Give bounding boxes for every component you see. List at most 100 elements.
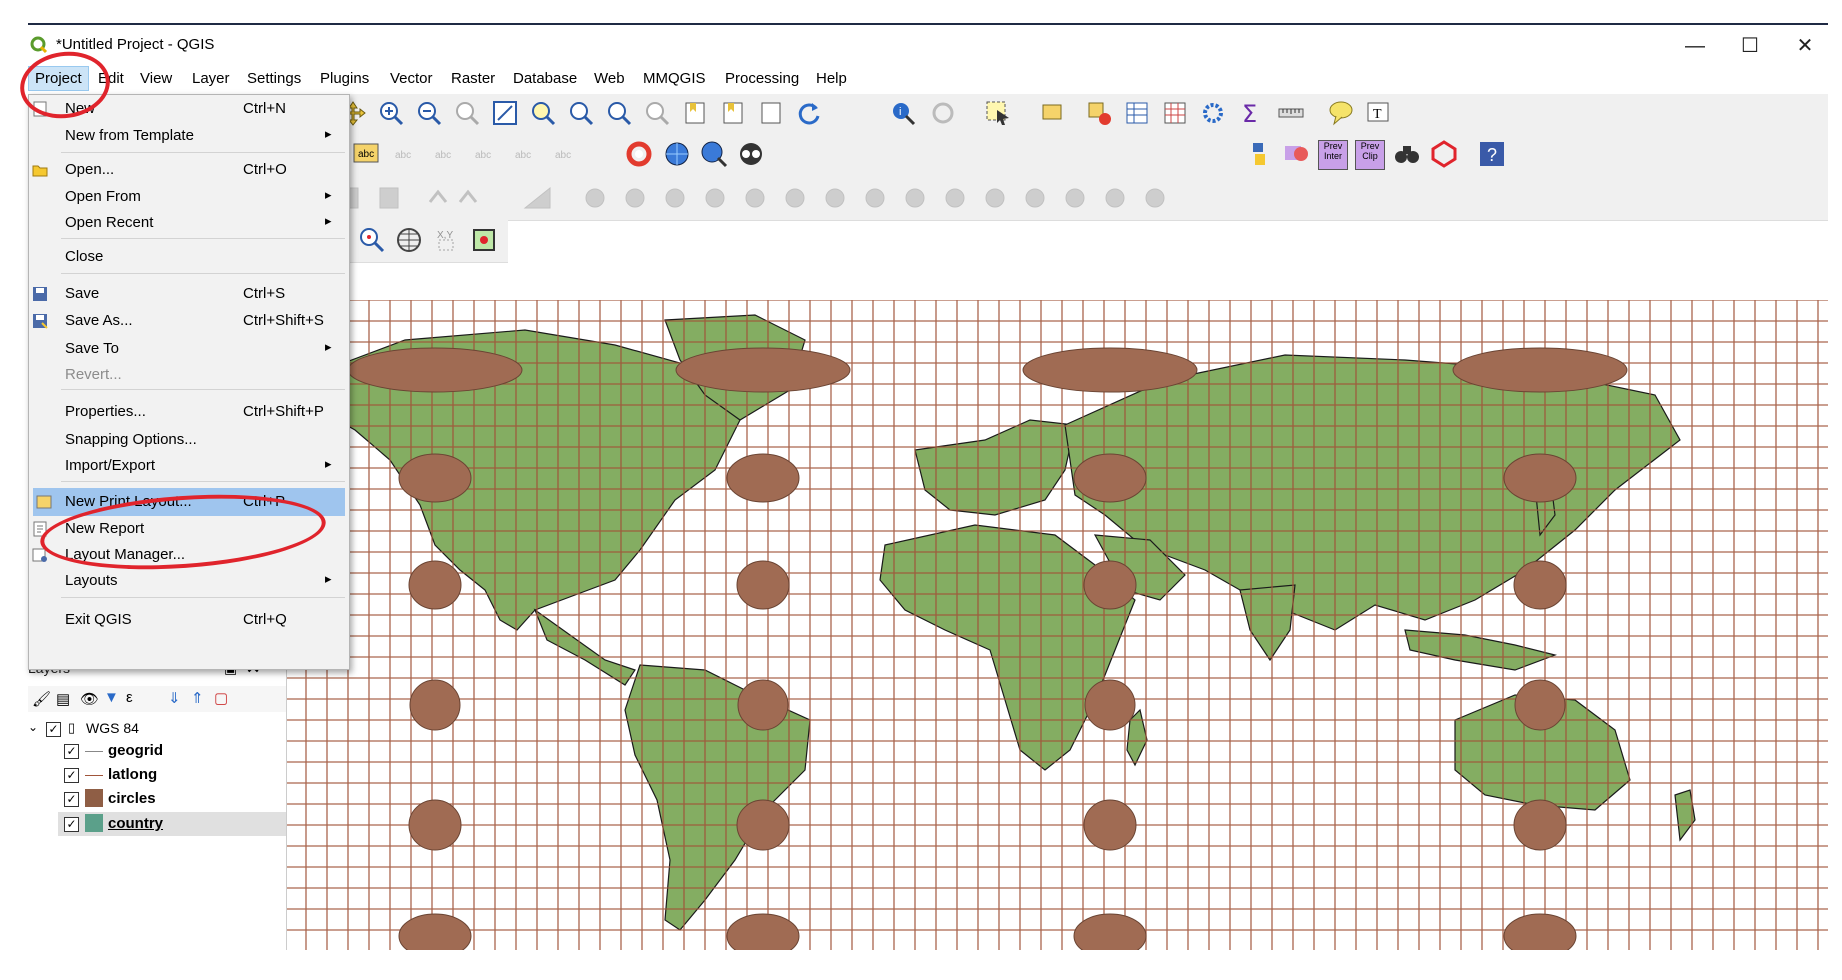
field-calculator-icon[interactable] [1162, 100, 1188, 126]
menu-item-new-from-template[interactable]: New from Template ▸ [29, 122, 349, 150]
circle-feature [1513, 560, 1567, 610]
india-land [1239, 584, 1296, 662]
collapse-all-icon[interactable]: ⇑ [191, 689, 204, 707]
zoom-native-icon[interactable] [454, 100, 480, 126]
menu-layer[interactable]: Layer [192, 70, 230, 87]
save-icon [32, 286, 48, 302]
measure-icon[interactable] [1278, 100, 1304, 126]
menu-item-save-as[interactable]: Save As... Ctrl+Shift+S [29, 307, 349, 335]
zoom-out-icon[interactable] [416, 100, 442, 126]
menu-item-layouts[interactable]: Layouts ▸ [29, 567, 349, 595]
screenshot-top-border [28, 23, 1828, 25]
show-bookmarks-icon[interactable] [720, 100, 746, 126]
menu-web[interactable]: Web [594, 70, 625, 87]
filter-icon[interactable]: ▼ [104, 689, 119, 706]
style-layer-icon[interactable]: 🖌 [32, 690, 51, 708]
select-icon[interactable] [985, 100, 1011, 126]
svg-text:abc: abc [555, 150, 571, 161]
remove-layer-icon[interactable]: ▢ [214, 689, 228, 707]
new-bookmark-icon[interactable] [682, 100, 708, 126]
menu-item-snapping-options[interactable]: Snapping Options... [29, 426, 349, 454]
group-collapse-icon[interactable]: ⌄ [28, 720, 38, 734]
prev-inter-icon[interactable]: Prev Inter [1318, 140, 1348, 170]
prev-clip-icon[interactable]: Prev Clip [1355, 140, 1385, 170]
svg-text:T: T [1373, 107, 1382, 122]
menu-item-close[interactable]: Close [29, 243, 349, 271]
zoom-to-point-icon[interactable] [358, 226, 386, 254]
menu-item-save[interactable]: Save Ctrl+S [29, 280, 349, 308]
menu-item-open-from[interactable]: Open From ▸ [29, 183, 349, 211]
menu-processing[interactable]: Processing [725, 70, 799, 87]
text-annotation-icon[interactable]: T [1366, 100, 1392, 126]
circle-feature [408, 799, 462, 851]
python-console-icon[interactable] [1245, 140, 1273, 168]
attribute-toolbar-icon[interactable] [1040, 100, 1066, 126]
extent-icon[interactable] [470, 226, 498, 254]
latlong-checkbox[interactable]: ✓ [64, 768, 79, 783]
close-button[interactable]: ✕ [1790, 34, 1820, 58]
menu-view[interactable]: View [140, 70, 172, 87]
svg-text:?: ? [1487, 145, 1497, 165]
nav-tools-group [340, 96, 860, 132]
menu-vector[interactable]: Vector [390, 70, 433, 87]
zoom-last-icon[interactable] [606, 100, 632, 126]
layer-name-country[interactable]: country [108, 815, 163, 832]
binoculars-icon[interactable] [1393, 140, 1421, 168]
svg-text:abc: abc [395, 150, 411, 161]
visibility-icon[interactable]: 👁 [80, 690, 99, 708]
expand-all-icon[interactable]: ⇓ [168, 689, 181, 707]
circles-checkbox[interactable]: ✓ [64, 792, 79, 807]
zoom-next-icon[interactable] [644, 100, 670, 126]
deselect-icon[interactable] [1086, 100, 1112, 126]
zoom-layer-icon[interactable] [568, 100, 594, 126]
web-globe-icon[interactable] [663, 140, 691, 168]
identify-icon[interactable]: i [890, 100, 916, 126]
processing-toolbox-icon[interactable] [1200, 100, 1226, 126]
menu-item-import-export[interactable]: Import/Export ▸ [29, 452, 349, 480]
xy-coordinate-icon[interactable]: X,Y [433, 226, 461, 254]
gps-tracking-icon[interactable] [625, 140, 653, 168]
layer-name-geogrid[interactable]: geogrid [108, 742, 163, 759]
globe-search-icon[interactable] [700, 140, 728, 168]
menu-item-properties[interactable]: Properties... Ctrl+Shift+P [29, 398, 349, 426]
globe-grid-icon[interactable] [395, 226, 423, 254]
attribute-table-icon[interactable] [1124, 100, 1150, 126]
layer-name-latlong[interactable]: latlong [108, 766, 157, 783]
menu-help[interactable]: Help [816, 70, 847, 87]
minimize-button[interactable]: — [1680, 34, 1710, 58]
menu-separator [61, 152, 345, 153]
group-checkbox[interactable]: ✓ [46, 722, 61, 737]
map-tips-icon[interactable] [1328, 100, 1354, 126]
polygon-outline-icon[interactable] [1430, 140, 1458, 168]
spatial-bookmark-icon[interactable] [758, 100, 784, 126]
label-tool-icon[interactable]: abc [352, 140, 380, 168]
menu-separator [61, 481, 345, 482]
add-group-icon[interactable]: ▤ [56, 690, 70, 708]
menu-mmqgis[interactable]: MMQGIS [643, 70, 706, 87]
menu-item-open[interactable]: Open... Ctrl+O [29, 156, 349, 184]
refresh-icon[interactable] [796, 100, 822, 126]
zoom-full-icon[interactable] [492, 100, 518, 126]
country-checkbox[interactable]: ✓ [64, 817, 79, 832]
menu-item-open-recent[interactable]: Open Recent ▸ [29, 209, 349, 237]
menu-settings[interactable]: Settings [247, 70, 301, 87]
submenu-arrow-icon: ▸ [325, 126, 332, 141]
menu-item-exit-qgis[interactable]: Exit QGIS Ctrl+Q [29, 606, 349, 634]
filter-expression-icon[interactable]: ε [126, 689, 133, 706]
menu-item-save-to[interactable]: Save To ▸ [29, 335, 349, 363]
circle-feature [398, 913, 472, 950]
action-icon[interactable] [930, 100, 956, 126]
help-icon[interactable]: ? [1478, 140, 1506, 168]
maximize-button[interactable]: ☐ [1735, 34, 1765, 58]
statistics-icon[interactable]: Σ [1238, 100, 1264, 128]
street-view-icon[interactable] [737, 140, 765, 168]
layer-name-circles[interactable]: circles [108, 790, 156, 807]
plugin-shape-icon[interactable] [1283, 140, 1311, 168]
zoom-selection-icon[interactable] [530, 100, 556, 126]
menu-database[interactable]: Database [513, 70, 577, 87]
map-canvas[interactable] [285, 300, 1828, 950]
menu-raster[interactable]: Raster [451, 70, 495, 87]
geogrid-checkbox[interactable]: ✓ [64, 744, 79, 759]
menu-plugins[interactable]: Plugins [320, 70, 369, 87]
zoom-in-icon[interactable] [378, 100, 404, 126]
